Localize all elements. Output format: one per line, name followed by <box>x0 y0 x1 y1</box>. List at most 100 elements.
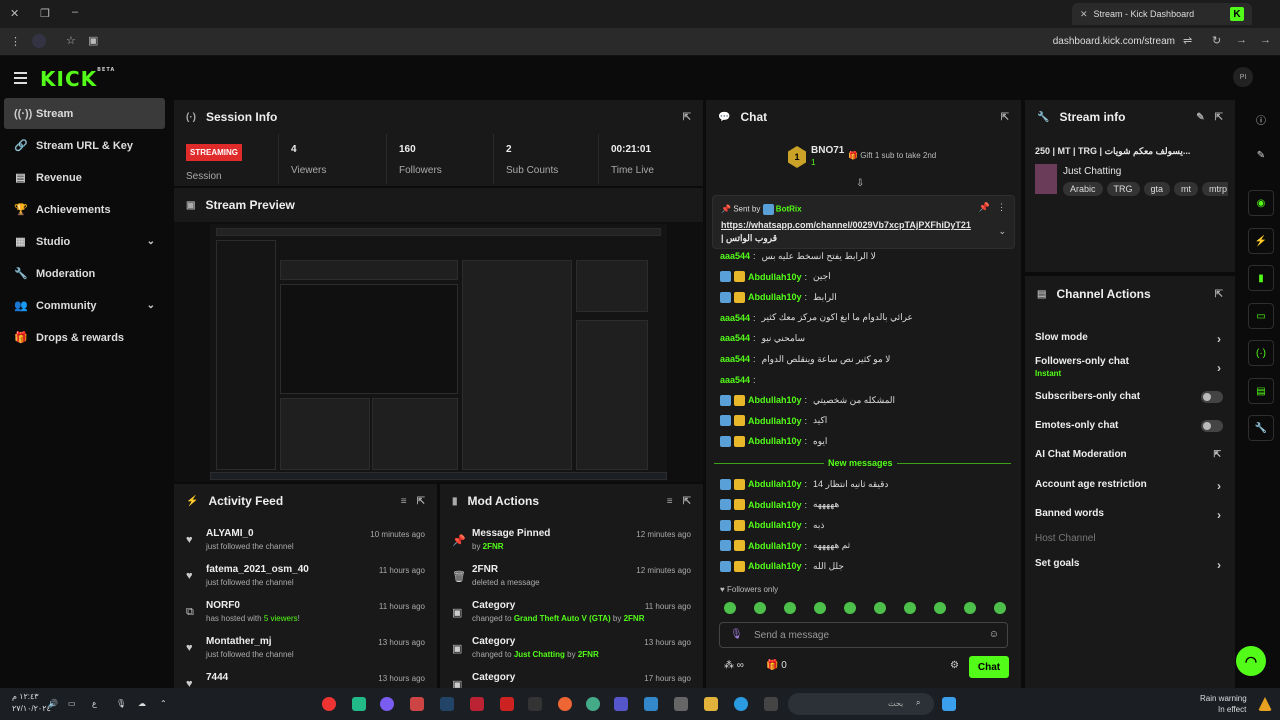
chat-username[interactable]: Abdullah10y <box>748 520 802 530</box>
language-indicator[interactable]: ع <box>92 699 97 708</box>
minimize-icon[interactable]: – <box>72 6 78 18</box>
chevron-up-icon[interactable]: ⌃ <box>160 699 167 708</box>
sidebar-item-studio[interactable]: ▦ Studio ⌄ <box>4 226 165 257</box>
network-icon[interactable]: ▭ <box>68 699 76 708</box>
chat-username[interactable]: aaa544 <box>720 354 750 364</box>
url-field[interactable]: dashboard.kick.com/stream <box>1053 36 1175 47</box>
top-gifter-name[interactable]: BNO71 <box>811 145 844 156</box>
close-icon[interactable]: ✕ <box>10 7 19 20</box>
chrome-icon[interactable] <box>586 697 600 711</box>
chat-username[interactable]: Abdullah10y <box>748 395 802 405</box>
taskbar-search[interactable]: بحث ⌕ <box>788 693 934 715</box>
tag[interactable]: mtrp <box>1202 182 1228 196</box>
tag[interactable]: mt <box>1174 182 1199 196</box>
filter-icon[interactable]: ≡ <box>667 496 673 507</box>
app-icon[interactable] <box>500 697 514 711</box>
edge-icon[interactable] <box>734 697 748 711</box>
more-icon[interactable]: ⋮ <box>10 35 21 48</box>
stream-preview-video[interactable] <box>210 224 667 480</box>
chat-username[interactable]: aaa544 <box>720 375 750 385</box>
wrench-icon[interactable]: 🔧 <box>1248 415 1274 441</box>
popout-icon[interactable]: ⇱ <box>1215 112 1223 123</box>
emoji-icon[interactable]: ☺ <box>989 629 999 640</box>
app-icon[interactable] <box>674 697 688 711</box>
pinned-user[interactable]: BotRix <box>776 205 802 214</box>
send-chat-button[interactable]: Chat <box>969 656 1009 678</box>
app-icon[interactable] <box>322 697 336 711</box>
help-button[interactable]: ◠ <box>1236 646 1266 676</box>
folder-icon[interactable] <box>704 697 718 711</box>
item-sub-highlight[interactable]: 2FNR <box>483 542 504 551</box>
unpin-icon[interactable]: 📌 <box>979 202 990 213</box>
tag[interactable]: TRG <box>1106 182 1140 196</box>
collapse-icon[interactable]: ⇩ <box>856 178 864 189</box>
site-settings-icon[interactable]: ⇌ <box>1183 34 1192 47</box>
chat-username[interactable]: Abdullah10y <box>748 500 802 510</box>
sidebar-item-stream-url[interactable]: 🔗 Stream URL & Key <box>4 130 165 161</box>
sidebar-item-community[interactable]: 👥 Community ⌄ <box>4 290 165 321</box>
chat-footer-count[interactable]: 🎁 0 <box>766 660 787 671</box>
user-avatar[interactable]: PI <box>1233 67 1253 87</box>
emote-icon[interactable] <box>724 602 736 614</box>
camera-icon[interactable]: ◉ <box>1248 190 1274 216</box>
gift-prompt[interactable]: 🎁 Gift 1 sub to take 2nd <box>848 151 936 160</box>
item-sub-highlight[interactable]: Just Chatting <box>514 650 565 659</box>
sidebar-item-stream[interactable]: ((·)) Stream <box>4 98 165 129</box>
discord-icon[interactable] <box>380 697 394 711</box>
chat-username[interactable]: Abdullah10y <box>748 541 802 551</box>
emote-icon[interactable] <box>934 602 946 614</box>
edit-icon[interactable]: ✎ <box>1196 112 1204 123</box>
popout-icon[interactable]: ⇱ <box>417 496 425 507</box>
app-icon[interactable] <box>528 697 542 711</box>
emote-icon[interactable] <box>874 602 886 614</box>
sidebar-item-moderation[interactable]: 🔧 Moderation <box>4 258 165 289</box>
chat-username[interactable]: Abdullah10y <box>748 292 802 302</box>
item-sub-highlight[interactable]: 2FNR <box>578 650 599 659</box>
tag[interactable]: gta <box>1143 182 1171 196</box>
teams-icon[interactable] <box>614 697 628 711</box>
back-icon[interactable]: → <box>1260 34 1271 46</box>
subscribers-only-toggle[interactable] <box>1201 391 1223 403</box>
mic-icon[interactable]: 🎙 <box>730 629 743 640</box>
taskbar-date[interactable]: ٢٧/١٠/٢٠٢٤ <box>12 704 51 713</box>
chat-username[interactable]: Abdullah10y <box>748 561 802 571</box>
menu-icon[interactable] <box>14 72 27 87</box>
action-followers-only[interactable]: Followers-only chat Instant › <box>1035 356 1225 378</box>
chat-username[interactable]: Abdullah10y <box>748 416 802 426</box>
emote-icon[interactable] <box>844 602 856 614</box>
chat-footer-left[interactable]: ⁂ ∞ <box>724 660 744 671</box>
windows-start-icon[interactable] <box>942 697 956 711</box>
forward-icon[interactable]: → <box>1236 34 1247 46</box>
item-sub-highlight[interactable]: 2FNR <box>624 614 645 623</box>
popout-icon[interactable]: ⇱ <box>683 112 691 123</box>
extensions-icon[interactable]: ▣ <box>88 34 98 47</box>
book-icon[interactable]: ▮ <box>1248 265 1274 291</box>
sidebar-item-achievements[interactable]: 🏆 Achievements <box>4 194 165 225</box>
filter-icon[interactable]: ≡ <box>401 496 407 507</box>
edit-icon[interactable]: ✎ <box>1248 142 1274 168</box>
emote-icon[interactable] <box>964 602 976 614</box>
profile-icon[interactable] <box>32 34 46 48</box>
emotes-only-toggle[interactable] <box>1201 420 1223 432</box>
item-sub-highlight[interactable]: Grand Theft Auto V (GTA) <box>514 614 611 623</box>
emote-icon[interactable] <box>784 602 796 614</box>
pinned-link[interactable]: https://whatsapp.com/channel/0029Vb7xcpT… <box>721 220 991 230</box>
action-banned-words[interactable]: Banned words › <box>1035 508 1225 522</box>
more-icon[interactable]: ⋮ <box>997 202 1006 213</box>
bookmark-star-icon[interactable]: ☆ <box>66 34 76 47</box>
tag[interactable]: Arabic <box>1063 182 1103 196</box>
chat-username[interactable]: Abdullah10y <box>748 436 802 446</box>
chat-username[interactable]: Abdullah10y <box>748 479 802 489</box>
app-icon[interactable] <box>558 697 572 711</box>
popout-icon[interactable]: ⇱ <box>1215 289 1223 300</box>
app-icon[interactable] <box>644 697 658 711</box>
broadcast-icon[interactable]: (·) <box>1248 340 1274 366</box>
action-slow-mode[interactable]: Slow mode › <box>1035 332 1225 346</box>
emote-icon[interactable] <box>904 602 916 614</box>
emote-icon[interactable] <box>994 602 1006 614</box>
action-account-age[interactable]: Account age restriction › <box>1035 479 1225 493</box>
action-ai-moderation[interactable]: AI Chat Moderation ⇱ <box>1035 449 1225 460</box>
browser-tab[interactable]: ✕ Stream - Kick Dashboard K <box>1072 3 1252 25</box>
chat-username[interactable]: Abdullah10y <box>748 272 802 282</box>
emote-icon[interactable] <box>814 602 826 614</box>
